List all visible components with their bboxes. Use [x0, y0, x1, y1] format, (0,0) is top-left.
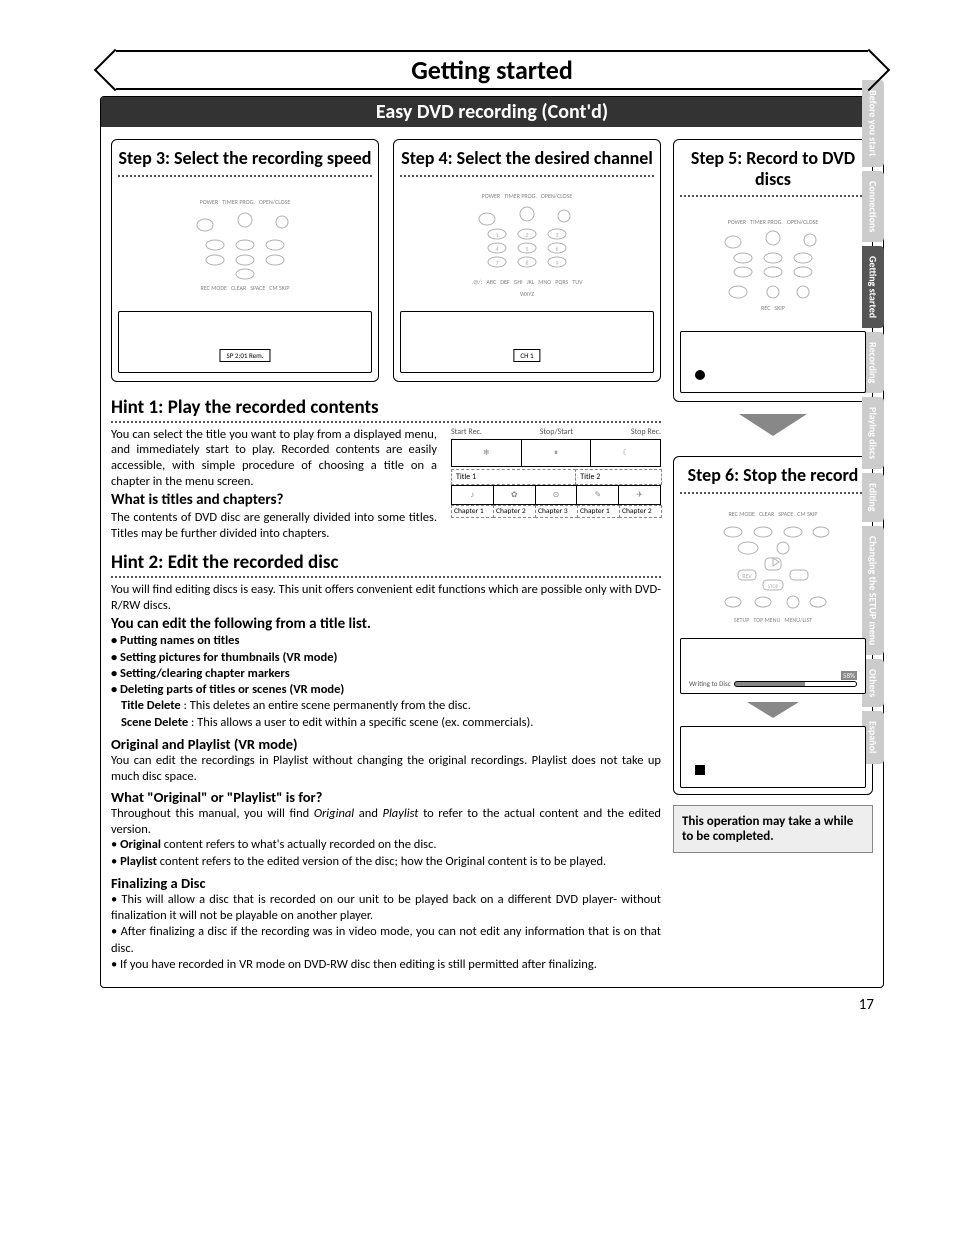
hint2-bullet-2: • Setting/clearing chapter markers [111, 666, 661, 682]
hint1-sub1: What is titles and chapters? [111, 491, 437, 510]
timeline-ch1-1: Chapter 1 [451, 505, 494, 518]
progress-bar [734, 681, 857, 687]
timeline-ch1-2: Chapter 2 [493, 505, 536, 518]
hint1-timeline-diagram: Start Rec. Stop/Start Stop Rec. ❄ ⏸ ☾ Ti… [451, 427, 661, 542]
hint2-fin-1: • After finalizing a disc if the recordi… [111, 924, 661, 957]
screen-step5 [680, 331, 866, 393]
hint2-bullet-1: • Setting pictures for thumbnails (VR mo… [111, 650, 661, 666]
step-4-box: Step 4: Select the desired channel POWER… [393, 139, 661, 382]
side-tab-bar: Before you start Connections Getting sta… [862, 80, 884, 1150]
tab-before-you-start[interactable]: Before you start [862, 80, 884, 167]
hint2-bullet-3: • Deleting parts of titles or scenes (VR… [111, 682, 661, 698]
timeline-stop-start: Stop/Start [540, 427, 573, 437]
tab-editing[interactable]: Editing [862, 473, 884, 522]
timeline-ch2-1: Chapter 1 [577, 505, 620, 518]
timeline-start-rec: Start Rec. [451, 427, 482, 437]
svg-text:STOP: STOP [768, 584, 779, 590]
screen-step6-progress: Writing to Disc [680, 638, 866, 694]
screen-step6-done [680, 726, 866, 788]
page-number: 17 [100, 996, 874, 1014]
step-5-box: Step 5: Record to DVD discs POWERTIMER P… [673, 139, 873, 402]
record-dot-icon [695, 370, 705, 380]
step-6-title: Step 6: Stop the record [680, 465, 866, 494]
step-6-box: Step 6: Stop the record REC MODECLEARSPA… [673, 456, 873, 795]
hint2-sub4: Finalizing a Disc [111, 874, 661, 892]
svg-text:8: 8 [525, 259, 528, 267]
hint2-sub1: You can edit the following from a title … [111, 615, 661, 633]
step-4-title: Step 4: Select the desired channel [400, 148, 654, 177]
remote-diagram-step3: POWERTIMER PROG.OPEN/CLOSE [118, 185, 372, 305]
hint2-fin-0: • This will allow a disc that is recorde… [111, 892, 661, 925]
hint2-sub2-body: You can edit the recordings in Playlist … [111, 753, 661, 784]
hint2-sub2: Original and Playlist (VR mode) [111, 735, 661, 753]
remote-diagram-step5: POWERTIMER PROG.OPEN/CLOSE RECSKIP [680, 205, 866, 325]
hint2-title: Hint 2: Edit the recorded disc [111, 551, 661, 578]
svg-text:2: 2 [525, 231, 528, 239]
hint2-orig-bullet: • Original content refers to what's actu… [111, 837, 661, 853]
hint2-pl-bullet: • Playlist content refers to the edited … [111, 854, 661, 870]
step6-note: This operation may take a while to be co… [673, 805, 873, 853]
svg-text:REV: REV [742, 572, 752, 580]
tab-getting-started[interactable]: Getting started [862, 246, 884, 328]
hint1-body-col: You can select the title you want to pla… [111, 427, 437, 542]
svg-text:4: 4 [495, 245, 498, 253]
hint2-bullet-0: • Putting names on titles [111, 633, 661, 649]
screen-step3: SP 2:01 Rem. [118, 311, 372, 373]
subheader: Easy DVD recording (Cont'd) [101, 97, 883, 127]
svg-text:6: 6 [555, 245, 558, 253]
arrow-down-icon-2 [747, 702, 799, 718]
tab-setup-menu[interactable]: Changing the SETUP menu [862, 526, 884, 655]
hint2-fin-2: • If you have recorded in VR mode on DVD… [111, 957, 661, 973]
hint2-title-delete: Title Delete : This deletes an entire sc… [111, 698, 661, 714]
screen-label-step3: SP 2:01 Rem. [219, 349, 270, 362]
arrow-down-icon [739, 414, 807, 436]
timeline-ch1-3: Chapter 3 [535, 505, 578, 518]
remote-diagram-step6: REC MODECLEARSPACECM SKIP REV STOP SETUP… [680, 502, 866, 632]
hint2-sub3: What "Original" or "Playlist" is for? [111, 788, 661, 806]
step-3-box: Step 3: Select the recording speed POWER… [111, 139, 379, 382]
remote-diagram-step4: POWERTIMER PROG.OPEN/CLOSE 1 2 3 4 5 6 [400, 185, 654, 305]
stop-square-icon [695, 765, 705, 775]
timeline-title2: Title 2 [575, 469, 662, 485]
hint2-body: You will find editing discs is easy. Thi… [111, 582, 661, 613]
screen-step4: CH 1 [400, 311, 654, 373]
timeline-stop-rec: Stop Rec. [631, 427, 661, 437]
hint2-scene-delete: Scene Delete : This allows a user to edi… [111, 715, 661, 731]
svg-text:9: 9 [555, 259, 558, 267]
page-header: Getting started [100, 50, 884, 90]
screen-label-step4: CH 1 [513, 349, 540, 362]
svg-text:5: 5 [525, 245, 528, 253]
hint1-sub1-body: The contents of DVD disc are generally d… [111, 510, 437, 541]
page-body: Easy DVD recording (Cont'd) Step 3: Sele… [100, 96, 884, 988]
svg-text:3: 3 [555, 231, 558, 239]
tab-playing-discs[interactable]: Playing discs [862, 397, 884, 469]
hint1-title: Hint 1: Play the recorded contents [111, 396, 661, 423]
step-5-title: Step 5: Record to DVD discs [680, 148, 866, 197]
progress-label: Writing to Disc [689, 679, 731, 688]
timeline-title1: Title 1 [451, 469, 576, 485]
tab-connections[interactable]: Connections [862, 171, 884, 242]
hint1-body: You can select the title you want to pla… [111, 427, 437, 489]
svg-text:1: 1 [495, 231, 498, 239]
page-title: Getting started [116, 50, 868, 90]
step-3-title: Step 3: Select the recording speed [118, 148, 372, 177]
timeline-ch2-2: Chapter 2 [619, 505, 662, 518]
hint2-sub3-body: Throughout this manual, you will find Or… [111, 806, 661, 837]
svg-text:7: 7 [495, 259, 498, 267]
